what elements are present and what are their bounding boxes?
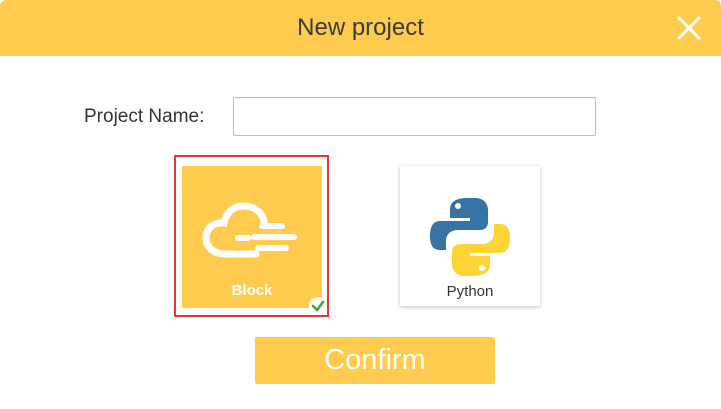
project-name-label: Project Name: [84, 106, 205, 127]
new-project-dialog: New project Project Name: Block Python C… [0, 0, 721, 409]
project-type-python-option[interactable]: Python [400, 166, 540, 306]
block-card: Block [182, 166, 322, 308]
python-logo-icon [430, 198, 510, 276]
python-label: Python [446, 283, 494, 300]
project-type-block-option[interactable]: Block [174, 155, 329, 317]
dialog-title: New project [297, 14, 424, 41]
close-button[interactable] [675, 14, 703, 42]
selected-check-icon [309, 297, 327, 315]
project-name-row: Project Name: [0, 96, 721, 138]
block-label: Block [231, 282, 273, 299]
dialog-titlebar: New project [0, 0, 721, 56]
project-name-input[interactable] [233, 97, 596, 136]
confirm-button[interactable]: Confirm [255, 337, 495, 384]
close-icon [677, 16, 701, 40]
cloud-icon [202, 202, 297, 258]
